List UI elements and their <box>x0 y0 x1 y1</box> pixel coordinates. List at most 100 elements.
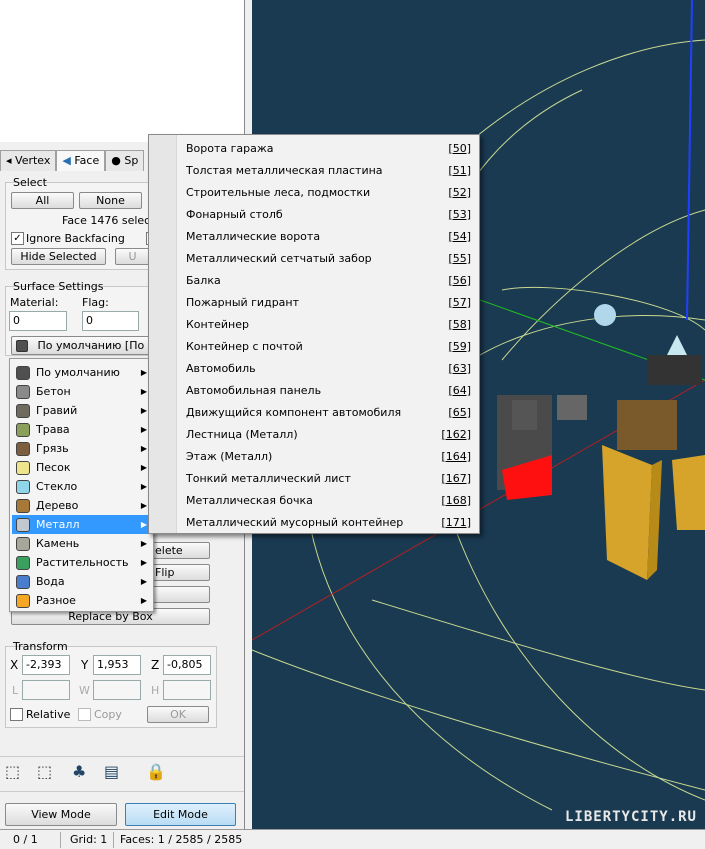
material-field[interactable]: 0 <box>9 311 67 331</box>
material-menu-item[interactable]: Растительность ▶ <box>12 553 151 572</box>
tree-icon[interactable]: ♣ <box>72 762 86 781</box>
submenu-item-code: [167] <box>441 471 471 485</box>
material-menu-item[interactable]: Дерево ▶ <box>12 496 151 515</box>
submenu-arrow-icon: ▶ <box>140 558 147 567</box>
copy-checkbox[interactable] <box>78 708 91 721</box>
hide-selected-button[interactable]: Hide Selected <box>11 248 106 265</box>
submenu-item[interactable]: Автомобиль [63] <box>186 357 471 379</box>
material-menu-item[interactable]: Вода ▶ <box>12 572 151 591</box>
flag-field[interactable]: 0 <box>82 311 139 331</box>
lock-icon[interactable]: 🔒 <box>146 762 166 781</box>
material-menu-item[interactable]: Гравий ▶ <box>12 401 151 420</box>
x-label: X <box>10 658 19 672</box>
material-menu-item[interactable]: Трава ▶ <box>12 420 151 439</box>
material-swatch-icon <box>16 365 30 380</box>
submenu-item[interactable]: Пожарный гидрант [57] <box>186 291 471 313</box>
y-field[interactable]: 1,953 <box>93 655 141 675</box>
submenu-item-code: [64] <box>448 383 471 397</box>
submenu-item[interactable]: Строительные леса, подмостки [52] <box>186 181 471 203</box>
w-field[interactable] <box>93 680 141 700</box>
material-swatch-icon <box>16 498 30 513</box>
z-field[interactable]: -0,805 <box>163 655 211 675</box>
submenu-item[interactable]: Автомобильная панель [64] <box>186 379 471 401</box>
submenu-item[interactable]: Этаж (Металл) [164] <box>186 445 471 467</box>
transform-title: Transform <box>13 640 68 653</box>
submenu-item-label: Металлический мусорный контейнер <box>186 515 404 529</box>
unhide-button[interactable]: U <box>115 248 150 265</box>
submenu-item[interactable]: Фонарный столб [53] <box>186 203 471 225</box>
delete-button[interactable]: elete <box>152 542 210 559</box>
select-none-button[interactable]: None <box>79 192 142 209</box>
ok-button[interactable]: OK <box>147 706 209 723</box>
submenu-item[interactable]: Балка [56] <box>186 269 471 291</box>
submenu-item[interactable]: Металлический мусорный контейнер [171] <box>186 511 471 533</box>
material-swatch-icon <box>16 460 30 475</box>
material-swatch-icon <box>16 555 30 570</box>
material-item-label: Грязь <box>36 442 69 455</box>
submenu-item-code: [168] <box>441 493 471 507</box>
copy-label: Copy <box>94 708 122 721</box>
view-mode-button[interactable]: View Mode <box>5 803 117 826</box>
submenu-arrow-icon: ▶ <box>140 520 147 529</box>
material-menu-item[interactable]: Разное ▶ <box>12 591 151 610</box>
tab-face-label: Face <box>74 154 100 167</box>
submenu-item-label: Строительные леса, подмостки <box>186 185 371 199</box>
edit-mode-button[interactable]: Edit Mode <box>125 803 236 826</box>
submenu-arrow-icon: ▶ <box>140 482 147 491</box>
scene-icon[interactable]: ▤ <box>104 762 119 781</box>
submenu-item[interactable]: Тонкий металлический лист [167] <box>186 467 471 489</box>
submenu-item[interactable]: Контейнер [58] <box>186 313 471 335</box>
rect-select-icon[interactable]: ⬚ <box>5 762 20 781</box>
material-dropdown-button[interactable]: По умолчанию [По ум <box>11 336 151 355</box>
submenu-item[interactable]: Движущийся компонент автомобиля [65] <box>186 401 471 423</box>
select-all-button[interactable]: All <box>11 192 74 209</box>
submenu-item-label: Ворота гаража <box>186 141 274 155</box>
submenu-item[interactable]: Контейнер с почтой [59] <box>186 335 471 357</box>
l-label: L <box>12 684 19 697</box>
material-item-label: Стекло <box>36 480 78 493</box>
material-menu-item[interactable]: Стекло ▶ <box>12 477 151 496</box>
submenu-arrow-icon: ▶ <box>140 368 147 377</box>
submenu-item[interactable]: Лестница (Металл) [162] <box>186 423 471 445</box>
material-item-label: Гравий <box>36 404 78 417</box>
x-field[interactable]: -2,393 <box>22 655 70 675</box>
submenu-item[interactable]: Металлическая бочка [168] <box>186 489 471 511</box>
submenu-item-code: [52] <box>448 185 471 199</box>
blank-button[interactable] <box>152 586 210 603</box>
submenu-item-code: [63] <box>448 361 471 375</box>
material-menu-item[interactable]: Песок ▶ <box>12 458 151 477</box>
submenu-arrow-icon: ▶ <box>140 444 147 453</box>
material-item-label: По умолчанию <box>36 366 120 379</box>
material-menu-item[interactable]: Бетон ▶ <box>12 382 151 401</box>
submenu-arrow-icon: ▶ <box>140 406 147 415</box>
submenu-item-code: [164] <box>441 449 471 463</box>
submenu-item[interactable]: Металлические ворота [54] <box>186 225 471 247</box>
material-menu-item[interactable]: Металл ▶ <box>12 515 151 534</box>
material-menu-item[interactable]: Камень ▶ <box>12 534 151 553</box>
material-menu-item[interactable]: Грязь ▶ <box>12 439 151 458</box>
relative-checkbox[interactable] <box>10 708 23 721</box>
material-item-label: Трава <box>36 423 70 436</box>
tab-face[interactable]: ◀ Face <box>56 150 106 171</box>
lasso-select-icon[interactable]: ⬚ <box>37 762 52 781</box>
watermark: LIBERTYCITY.RU <box>564 809 697 825</box>
tab-sp[interactable]: ● Sp <box>105 150 145 171</box>
material-menu-item[interactable]: По умолчанию ▶ <box>12 363 151 382</box>
submenu-item-code: [59] <box>448 339 471 353</box>
tab-vertex[interactable]: ◂ Vertex <box>0 150 57 171</box>
h-field[interactable] <box>163 680 211 700</box>
material-item-label: Вода <box>36 575 65 588</box>
ignore-backfacing-checkbox[interactable]: ✓ <box>11 232 24 245</box>
l-field[interactable] <box>22 680 70 700</box>
material-swatch-icon <box>16 479 30 494</box>
flip-button[interactable]: Flip <box>152 564 210 581</box>
ignore-backfacing-label: Ignore Backfacing <box>26 232 125 245</box>
submenu-item-label: Толстая металлическая пластина <box>186 163 383 177</box>
material-swatch-icon <box>16 593 30 608</box>
submenu-item[interactable]: Металлический сетчатый забор [55] <box>186 247 471 269</box>
submenu-item-label: Движущийся компонент автомобиля <box>186 405 402 419</box>
submenu-item[interactable]: Ворота гаража [50] <box>186 137 471 159</box>
material-item-label: Камень <box>36 537 80 550</box>
submenu-item[interactable]: Толстая металлическая пластина [51] <box>186 159 471 181</box>
relative-label: Relative <box>26 708 71 721</box>
